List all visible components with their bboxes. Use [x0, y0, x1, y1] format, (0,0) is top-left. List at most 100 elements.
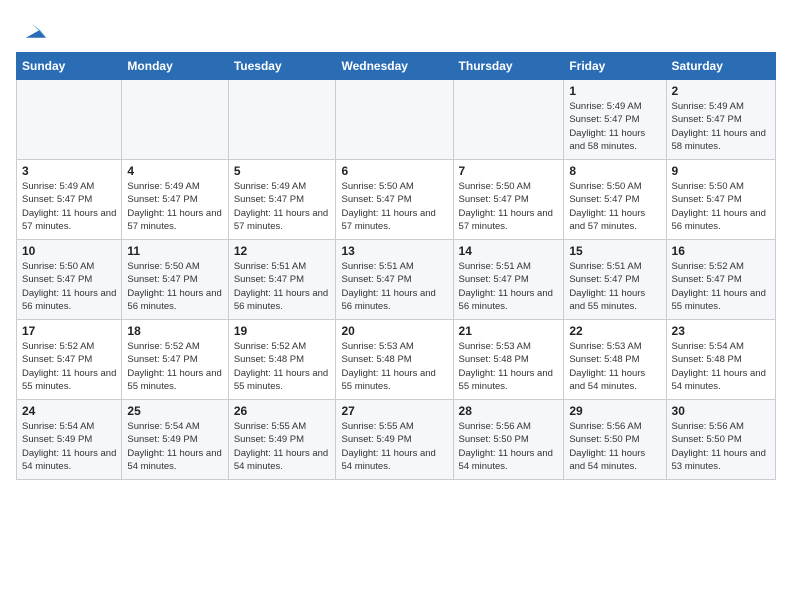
- calendar-cell: 13 Sunrise: 5:51 AMSunset: 5:47 PMDayligh…: [336, 240, 453, 320]
- day-number: 17: [22, 324, 116, 338]
- calendar-cell: 28 Sunrise: 5:56 AMSunset: 5:50 PMDayligh…: [453, 400, 564, 480]
- day-info: Sunrise: 5:53 AMSunset: 5:48 PMDaylight:…: [459, 340, 559, 393]
- day-info: Sunrise: 5:56 AMSunset: 5:50 PMDaylight:…: [569, 420, 660, 473]
- col-header-wednesday: Wednesday: [336, 53, 453, 80]
- day-info: Sunrise: 5:53 AMSunset: 5:48 PMDaylight:…: [569, 340, 660, 393]
- day-number: 7: [459, 164, 559, 178]
- day-info: Sunrise: 5:49 AMSunset: 5:47 PMDaylight:…: [127, 180, 222, 233]
- day-info: Sunrise: 5:50 AMSunset: 5:47 PMDaylight:…: [341, 180, 447, 233]
- day-number: 6: [341, 164, 447, 178]
- day-number: 14: [459, 244, 559, 258]
- day-info: Sunrise: 5:56 AMSunset: 5:50 PMDaylight:…: [672, 420, 770, 473]
- calendar-cell: 24 Sunrise: 5:54 AMSunset: 5:49 PMDayligh…: [17, 400, 122, 480]
- calendar-cell: 4 Sunrise: 5:49 AMSunset: 5:47 PMDaylight…: [122, 160, 228, 240]
- day-info: Sunrise: 5:51 AMSunset: 5:47 PMDaylight:…: [341, 260, 447, 313]
- page-header: [16, 16, 776, 44]
- calendar-cell: 6 Sunrise: 5:50 AMSunset: 5:47 PMDaylight…: [336, 160, 453, 240]
- day-info: Sunrise: 5:53 AMSunset: 5:48 PMDaylight:…: [341, 340, 447, 393]
- calendar-cell: 25 Sunrise: 5:54 AMSunset: 5:49 PMDayligh…: [122, 400, 228, 480]
- day-info: Sunrise: 5:49 AMSunset: 5:47 PMDaylight:…: [569, 100, 660, 153]
- col-header-thursday: Thursday: [453, 53, 564, 80]
- day-info: Sunrise: 5:49 AMSunset: 5:47 PMDaylight:…: [22, 180, 116, 233]
- day-number: 20: [341, 324, 447, 338]
- calendar-cell: 23 Sunrise: 5:54 AMSunset: 5:48 PMDayligh…: [666, 320, 775, 400]
- col-header-saturday: Saturday: [666, 53, 775, 80]
- calendar-table: SundayMondayTuesdayWednesdayThursdayFrid…: [16, 52, 776, 480]
- day-info: Sunrise: 5:50 AMSunset: 5:47 PMDaylight:…: [459, 180, 559, 233]
- day-number: 16: [672, 244, 770, 258]
- calendar-cell: 14 Sunrise: 5:51 AMSunset: 5:47 PMDayligh…: [453, 240, 564, 320]
- calendar-cell: 12 Sunrise: 5:51 AMSunset: 5:47 PMDayligh…: [228, 240, 336, 320]
- day-info: Sunrise: 5:54 AMSunset: 5:48 PMDaylight:…: [672, 340, 770, 393]
- calendar-cell: 27 Sunrise: 5:55 AMSunset: 5:49 PMDayligh…: [336, 400, 453, 480]
- day-number: 25: [127, 404, 222, 418]
- calendar-cell: [228, 80, 336, 160]
- calendar-cell: 9 Sunrise: 5:50 AMSunset: 5:47 PMDaylight…: [666, 160, 775, 240]
- calendar-cell: 17 Sunrise: 5:52 AMSunset: 5:47 PMDayligh…: [17, 320, 122, 400]
- day-number: 26: [234, 404, 331, 418]
- calendar-cell: 21 Sunrise: 5:53 AMSunset: 5:48 PMDayligh…: [453, 320, 564, 400]
- day-info: Sunrise: 5:50 AMSunset: 5:47 PMDaylight:…: [569, 180, 660, 233]
- calendar-cell: 16 Sunrise: 5:52 AMSunset: 5:47 PMDayligh…: [666, 240, 775, 320]
- calendar-cell: 30 Sunrise: 5:56 AMSunset: 5:50 PMDayligh…: [666, 400, 775, 480]
- day-number: 28: [459, 404, 559, 418]
- day-info: Sunrise: 5:52 AMSunset: 5:47 PMDaylight:…: [672, 260, 770, 313]
- col-header-tuesday: Tuesday: [228, 53, 336, 80]
- day-number: 24: [22, 404, 116, 418]
- calendar-cell: 15 Sunrise: 5:51 AMSunset: 5:47 PMDayligh…: [564, 240, 666, 320]
- day-number: 29: [569, 404, 660, 418]
- calendar-cell: 7 Sunrise: 5:50 AMSunset: 5:47 PMDaylight…: [453, 160, 564, 240]
- day-number: 27: [341, 404, 447, 418]
- day-number: 5: [234, 164, 331, 178]
- day-number: 12: [234, 244, 331, 258]
- day-number: 22: [569, 324, 660, 338]
- col-header-sunday: Sunday: [17, 53, 122, 80]
- calendar-cell: [17, 80, 122, 160]
- day-info: Sunrise: 5:54 AMSunset: 5:49 PMDaylight:…: [127, 420, 222, 473]
- day-info: Sunrise: 5:49 AMSunset: 5:47 PMDaylight:…: [672, 100, 770, 153]
- day-number: 1: [569, 84, 660, 98]
- calendar-cell: 26 Sunrise: 5:55 AMSunset: 5:49 PMDayligh…: [228, 400, 336, 480]
- day-number: 8: [569, 164, 660, 178]
- logo-icon: [18, 16, 46, 44]
- day-number: 9: [672, 164, 770, 178]
- calendar-cell: 10 Sunrise: 5:50 AMSunset: 5:47 PMDayligh…: [17, 240, 122, 320]
- calendar-cell: 19Sunrise: 5:52 AMSunset: 5:48 PMDayligh…: [228, 320, 336, 400]
- logo: [16, 16, 46, 44]
- day-number: 3: [22, 164, 116, 178]
- day-info: Sunrise: 5:55 AMSunset: 5:49 PMDaylight:…: [341, 420, 447, 473]
- day-number: 23: [672, 324, 770, 338]
- day-number: 11: [127, 244, 222, 258]
- day-info: Sunrise: 5:51 AMSunset: 5:47 PMDaylight:…: [569, 260, 660, 313]
- day-info: Sunrise: 5:52 AMSunset: 5:47 PMDaylight:…: [22, 340, 116, 393]
- col-header-monday: Monday: [122, 53, 228, 80]
- day-info: Sunrise: 5:50 AMSunset: 5:47 PMDaylight:…: [672, 180, 770, 233]
- calendar-cell: [122, 80, 228, 160]
- calendar-cell: 5 Sunrise: 5:49 AMSunset: 5:47 PMDaylight…: [228, 160, 336, 240]
- calendar-cell: 18 Sunrise: 5:52 AMSunset: 5:47 PMDayligh…: [122, 320, 228, 400]
- day-number: 15: [569, 244, 660, 258]
- calendar-cell: 29 Sunrise: 5:56 AMSunset: 5:50 PMDayligh…: [564, 400, 666, 480]
- col-header-friday: Friday: [564, 53, 666, 80]
- day-number: 21: [459, 324, 559, 338]
- calendar-cell: 2 Sunrise: 5:49 AMSunset: 5:47 PMDaylight…: [666, 80, 775, 160]
- day-number: 13: [341, 244, 447, 258]
- day-number: 19: [234, 324, 331, 338]
- day-number: 30: [672, 404, 770, 418]
- day-number: 18: [127, 324, 222, 338]
- day-info: Sunrise: 5:56 AMSunset: 5:50 PMDaylight:…: [459, 420, 559, 473]
- day-number: 4: [127, 164, 222, 178]
- calendar-cell: [336, 80, 453, 160]
- day-number: 10: [22, 244, 116, 258]
- calendar-cell: 3 Sunrise: 5:49 AMSunset: 5:47 PMDaylight…: [17, 160, 122, 240]
- day-info: Sunrise: 5:54 AMSunset: 5:49 PMDaylight:…: [22, 420, 116, 473]
- day-info: Sunrise: 5:52 AMSunset: 5:47 PMDaylight:…: [127, 340, 222, 393]
- calendar-cell: 1 Sunrise: 5:49 AMSunset: 5:47 PMDaylight…: [564, 80, 666, 160]
- day-info: Sunrise: 5:51 AMSunset: 5:47 PMDaylight:…: [459, 260, 559, 313]
- day-number: 2: [672, 84, 770, 98]
- day-info: Sunrise: 5:49 AMSunset: 5:47 PMDaylight:…: [234, 180, 331, 233]
- day-info: Sunrise: 5:50 AMSunset: 5:47 PMDaylight:…: [22, 260, 116, 313]
- calendar-cell: 8 Sunrise: 5:50 AMSunset: 5:47 PMDaylight…: [564, 160, 666, 240]
- day-info: Sunrise: 5:55 AMSunset: 5:49 PMDaylight:…: [234, 420, 331, 473]
- day-info: Sunrise: 5:51 AMSunset: 5:47 PMDaylight:…: [234, 260, 331, 313]
